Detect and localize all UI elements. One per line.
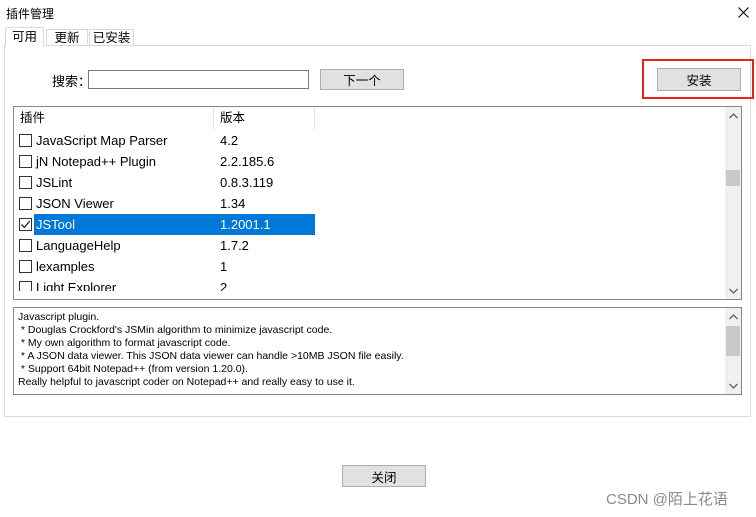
chevron-down-icon (728, 383, 738, 389)
plugin-checkbox[interactable] (19, 281, 32, 291)
search-input[interactable] (88, 70, 309, 89)
scroll-thumb[interactable] (726, 326, 740, 356)
tab-installed[interactable]: 已安装 (89, 29, 134, 46)
plugin-description[interactable]: Javascript plugin. * Douglas Crockford's… (13, 307, 742, 395)
plugin-version: 1.34 (220, 196, 246, 211)
description-line: * My own algorithm to format javascript … (18, 337, 231, 349)
plugin-row[interactable]: Light Explorer 2 (14, 277, 725, 291)
next-button[interactable]: 下一个 (320, 69, 404, 90)
description-line: Really helpful to javascript coder on No… (18, 376, 355, 388)
description-line: * Support 64bit Notepad++ (from version … (18, 363, 248, 375)
plugin-row[interactable]: JSON Viewer 1.34 (14, 193, 725, 214)
plugin-checkbox[interactable] (19, 176, 32, 189)
plugin-checkbox[interactable] (19, 260, 32, 273)
search-label: 搜索： (52, 74, 92, 89)
plugin-name: JavaScript Map Parser (36, 133, 168, 148)
plugin-version: 2.2.185.6 (220, 154, 275, 169)
description-scrollbar[interactable] (725, 308, 741, 394)
plugin-version: 1 (220, 259, 228, 274)
plugin-name: lexamples (36, 259, 95, 274)
chevron-up-icon (728, 313, 738, 319)
plugin-version: 4.2 (220, 133, 239, 148)
install-button-label: 安装 (686, 74, 712, 88)
scroll-down-button[interactable] (725, 282, 741, 299)
close-icon (737, 6, 749, 18)
plugin-row[interactable]: JavaScript Map Parser 4.2 (14, 130, 725, 151)
tab-label: 已安装 (92, 31, 131, 45)
install-button[interactable]: 安装 (657, 68, 741, 91)
plugin-name: LanguageHelp (36, 238, 121, 253)
description-line: Javascript plugin. (18, 311, 100, 323)
tab-updates[interactable]: 更新 (46, 29, 88, 46)
description-line: * A JSON data viewer. This JSON data vie… (18, 350, 404, 362)
scroll-up-button[interactable] (725, 107, 741, 124)
plugin-checkbox[interactable] (19, 197, 32, 210)
list-scrollbar[interactable] (725, 107, 741, 299)
scroll-down-button[interactable] (725, 377, 741, 394)
description-text: Javascript plugin. * Douglas Crockford's… (18, 311, 718, 389)
description-line: * Douglas Crockford's JSMin algorithm to… (18, 324, 333, 336)
scroll-up-button[interactable] (725, 308, 741, 325)
plugin-row[interactable]: JSTool 1.2001.1 (14, 214, 725, 235)
plugin-version: 1.2001.1 (215, 214, 315, 235)
plugin-row[interactable]: jN Notepad++ Plugin 2.2.185.6 (14, 151, 725, 172)
close-window-button[interactable] (733, 3, 753, 21)
list-header: 插件 版本 (14, 107, 725, 130)
plugin-version: 2 (220, 280, 228, 291)
checkmark-icon (21, 220, 31, 229)
scroll-thumb[interactable] (726, 170, 740, 186)
tab-label: 可用 (11, 30, 37, 44)
plugin-version: 0.8.3.119 (220, 175, 274, 190)
column-header-plugin[interactable]: 插件 (14, 107, 214, 130)
chevron-up-icon (728, 112, 738, 118)
tab-available[interactable]: 可用 (5, 27, 44, 46)
close-button-label: 关闭 (371, 470, 397, 485)
plugin-version: 1.7.2 (220, 238, 249, 253)
plugin-list[interactable]: 插件 版本 JavaScript Map Parser 4.2 jN Notepad… (13, 106, 742, 300)
plugin-checkbox[interactable] (19, 134, 32, 147)
plugin-checkbox[interactable] (19, 239, 32, 252)
next-button-label: 下一个 (343, 74, 381, 88)
tab-label: 更新 (54, 31, 80, 45)
plugin-name: JSON Viewer (36, 196, 114, 211)
window-title: 插件管理 (6, 7, 55, 21)
plugin-name: Light Explorer (36, 280, 117, 291)
chevron-down-icon (728, 288, 738, 294)
plugin-name: jN Notepad++ Plugin (36, 154, 156, 169)
plugin-row[interactable]: lexamples 1 (14, 256, 725, 277)
list-rows: JavaScript Map Parser 4.2 jN Notepad++ Plu… (14, 130, 725, 291)
column-header-version[interactable]: 版本 (214, 107, 315, 130)
plugin-row[interactable]: LanguageHelp 1.7.2 (14, 235, 725, 256)
plugin-checkbox[interactable] (19, 218, 32, 231)
title-bar: 插件管理 (0, 0, 756, 25)
watermark: CSDN @陌上花语 (606, 491, 728, 508)
plugin-row[interactable]: JSLint 0.8.3.119 (14, 172, 725, 193)
close-button[interactable]: 关闭 (342, 465, 426, 487)
plugin-name: JSTool (34, 214, 215, 235)
plugin-name: JSLint (36, 175, 73, 190)
plugin-checkbox[interactable] (19, 155, 32, 168)
plugin-manager-dialog: 插件管理 可用 更新 已安装 搜索： 下一个 安装 插件 版本 JavaScri… (0, 0, 756, 517)
